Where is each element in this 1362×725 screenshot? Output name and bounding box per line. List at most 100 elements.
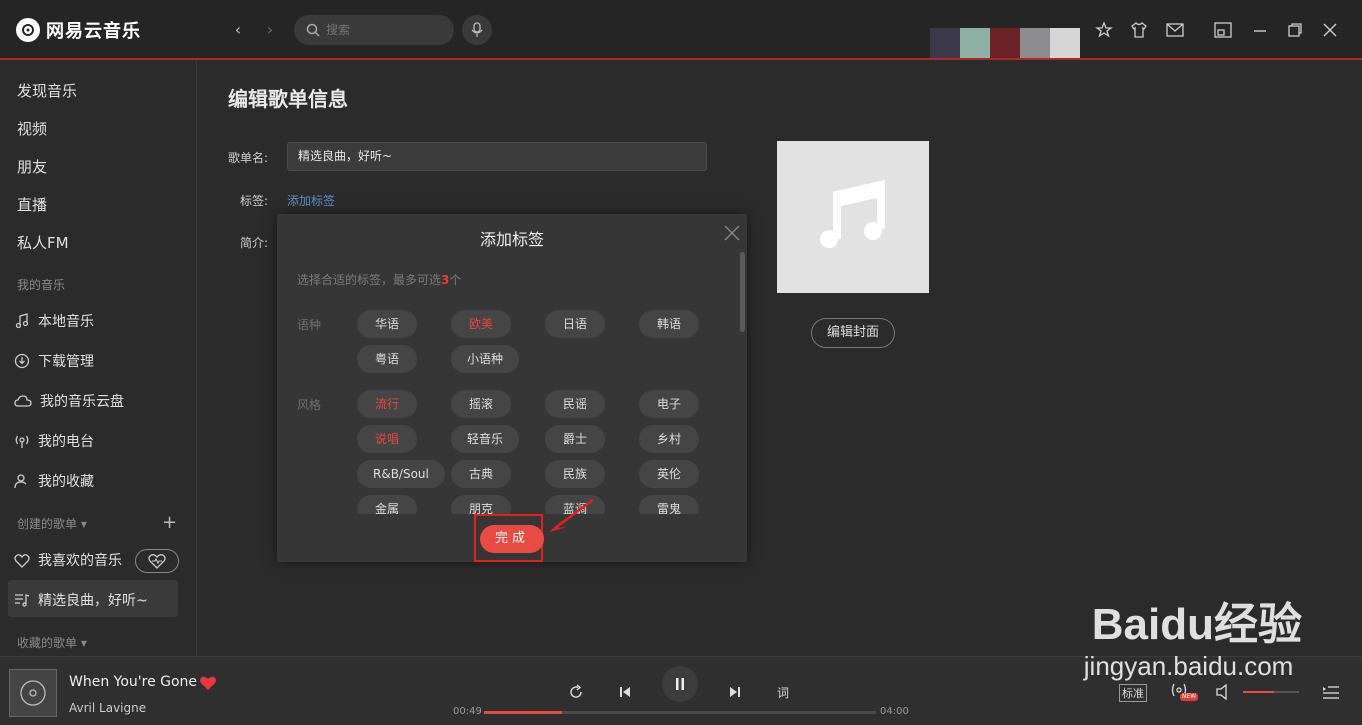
tag-reggae[interactable]: 雷鬼 (639, 495, 699, 514)
sidebar-item-local-music[interactable]: 本地音乐 (14, 311, 94, 331)
tag-ethnic[interactable]: 民族 (545, 460, 605, 488)
sidebar-item-fm[interactable]: 私人FM (17, 232, 69, 253)
app-logo[interactable]: 网易云音乐 (16, 17, 141, 43)
theme-swatches (930, 28, 1080, 58)
sidebar-item-liked[interactable]: 我喜欢的音乐 (14, 550, 122, 570)
tag-mandarin[interactable]: 华语 (357, 310, 417, 338)
add-tag-link[interactable]: 添加标签 (287, 192, 335, 209)
sidebar-item-radio[interactable]: 我的电台 (14, 431, 94, 451)
sidebar-item-friends[interactable]: 朋友 (17, 156, 47, 177)
tag-metal[interactable]: 金属 (357, 495, 417, 514)
sidebar-item-collection[interactable]: 我的收藏 (14, 471, 94, 491)
intro-label: 简介: (240, 236, 269, 250)
dialog-close-icon[interactable] (723, 224, 741, 242)
tag-britpop[interactable]: 英伦 (639, 460, 699, 488)
collected-playlists-header[interactable]: 收藏的歌单 ▾ (17, 634, 87, 651)
sidebar-item-downloads[interactable]: 下载管理 (14, 351, 94, 371)
tag-country[interactable]: 乡村 (639, 425, 699, 453)
sidebar-item-current-playlist[interactable]: 精选良曲，好听~ (14, 590, 148, 610)
sidebar-item-label: 我的音乐云盘 (40, 394, 124, 410)
heartbeat-icon (148, 554, 166, 569)
progress-bar[interactable] (484, 711, 876, 714)
sidebar-item-live[interactable]: 直播 (17, 194, 47, 215)
download-icon (14, 353, 30, 369)
sidebar-item-discover[interactable]: 发现音乐 (17, 80, 77, 101)
pause-button[interactable] (662, 666, 698, 702)
theme-swatch[interactable] (930, 28, 960, 58)
volume-slider[interactable] (1243, 691, 1299, 693)
lyrics-button[interactable]: 词 (774, 683, 792, 701)
page-title: 编辑歌单信息 (228, 87, 348, 111)
back-arrow-icon[interactable]: ‹ (230, 20, 246, 40)
song-title[interactable]: When You're Gone (69, 674, 197, 690)
music-note-icon (820, 179, 885, 248)
heartbeat-mode-button[interactable] (135, 549, 179, 573)
pause-icon (676, 678, 684, 690)
tag-minor-language[interactable]: 小语种 (451, 345, 520, 373)
settings-icon[interactable] (1094, 20, 1114, 40)
volume-icon[interactable] (1215, 683, 1233, 704)
current-time: 00:49 (453, 706, 482, 717)
quality-selector[interactable]: 标准 (1119, 684, 1147, 702)
tag-japanese[interactable]: 日语 (545, 310, 605, 338)
baidu-watermark: Baidu经验 jingyan.baidu.com (1084, 588, 1302, 681)
category-label-language: 语种 (297, 318, 322, 332)
theme-swatch[interactable] (1020, 28, 1050, 58)
theme-swatch[interactable] (1050, 28, 1080, 58)
add-tag-dialog: 添加标签 选择合适的标签，最多可选3个 语种 华语 欧美 日语 韩语 粤语 小语… (277, 214, 747, 562)
search-input[interactable] (326, 23, 446, 37)
created-playlists-header[interactable]: 创建的歌单 ▾ (17, 515, 87, 532)
search-box[interactable] (294, 15, 454, 45)
next-track-icon[interactable] (726, 683, 744, 701)
done-button[interactable]: 完成 (480, 525, 544, 553)
tag-pop[interactable]: 流行 (357, 390, 417, 418)
mini-mode-icon[interactable] (1213, 20, 1233, 40)
tag-classical[interactable]: 古典 (451, 460, 511, 488)
dialog-title: 添加标签 (479, 230, 544, 249)
tag-light-music[interactable]: 轻音乐 (451, 425, 520, 453)
playlist-cover[interactable] (777, 141, 929, 293)
previous-track-icon[interactable] (616, 683, 634, 701)
sidebar-item-label: 本地音乐 (38, 314, 94, 330)
cloud-icon (14, 395, 32, 407)
progress-fill (484, 711, 563, 714)
playlist-name-input[interactable]: 精选良曲，好听~ (287, 142, 707, 171)
tag-folk[interactable]: 民谣 (545, 390, 605, 418)
sidebar-item-video[interactable]: 视频 (17, 118, 47, 139)
playlist-queue-icon[interactable] (1322, 684, 1340, 704)
tag-electronic[interactable]: 电子 (639, 390, 699, 418)
tag-rnb-soul[interactable]: R&B/Soul (357, 460, 445, 488)
album-thumbnail[interactable] (9, 669, 57, 717)
tag-korean[interactable]: 韩语 (639, 310, 699, 338)
mail-icon[interactable] (1165, 20, 1185, 40)
microphone-icon (471, 22, 483, 37)
tag-jazz[interactable]: 爵士 (545, 425, 605, 453)
tag-list[interactable]: 语种 华语 欧美 日语 韩语 粤语 小语种 风格 流行 摇滚 民谣 电子 说唱 … (277, 304, 739, 514)
tag-punk[interactable]: 朋克 (451, 495, 511, 514)
loop-mode-icon[interactable] (567, 683, 585, 701)
close-icon[interactable] (1320, 20, 1340, 40)
voice-search-button[interactable] (462, 15, 492, 45)
theme-swatch[interactable] (990, 28, 1020, 58)
tag-rock[interactable]: 摇滚 (451, 390, 511, 418)
tag-western[interactable]: 欧美 (451, 310, 511, 338)
sound-effect-button[interactable]: NEW (1170, 681, 1199, 703)
song-artist[interactable]: Avril Lavigne (69, 701, 146, 715)
skin-shirt-icon[interactable] (1129, 20, 1149, 40)
dialog-scrollbar[interactable] (740, 252, 745, 332)
add-playlist-icon[interactable]: + (162, 512, 177, 533)
forward-arrow-icon[interactable]: › (262, 20, 278, 40)
maximize-icon[interactable] (1285, 20, 1305, 40)
sidebar-item-label: 我的收藏 (38, 474, 94, 490)
sidebar-item-cloud[interactable]: 我的音乐云盘 (14, 391, 124, 411)
watermark-url: jingyan.baidu.com (1083, 651, 1294, 681)
title-bar: 网易云音乐 ‹ › (0, 0, 1362, 60)
theme-swatch[interactable] (960, 28, 990, 58)
liked-heart-icon[interactable] (199, 675, 217, 691)
netease-logo-icon (16, 18, 40, 42)
minimize-icon[interactable] (1250, 20, 1270, 40)
tag-cantonese[interactable]: 粤语 (357, 345, 417, 373)
tag-rap[interactable]: 说唱 (357, 425, 417, 453)
my-music-header: 我的音乐 (17, 278, 66, 292)
edit-cover-button[interactable]: 编辑封面 (811, 318, 895, 348)
